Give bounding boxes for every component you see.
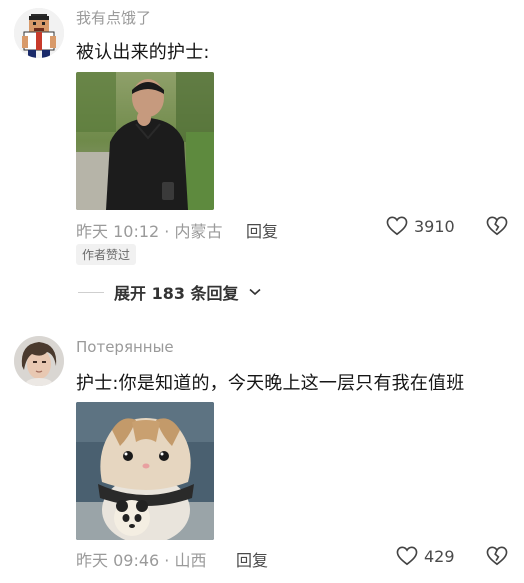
reply-button[interactable]: 回复 xyxy=(236,547,268,571)
heart-outline-icon xyxy=(396,546,418,566)
divider-line xyxy=(78,291,104,293)
expand-replies-label: 展开 183 条回复 xyxy=(114,284,239,303)
like-button[interactable]: 3910 xyxy=(386,216,455,236)
pixel-avatar-icon xyxy=(14,8,64,58)
username[interactable]: Потерянные xyxy=(76,338,174,356)
author-liked-badge: 作者赞过 xyxy=(76,244,137,265)
avatar-user-1[interactable] xyxy=(14,8,64,58)
comment-time-location: 昨天 10:12 · 内蒙古 xyxy=(76,222,223,241)
like-count: 429 xyxy=(424,546,455,566)
like-button[interactable]: 429 xyxy=(396,546,455,566)
man-holding-phone-photo xyxy=(76,72,214,210)
chevron-down-icon xyxy=(249,288,261,296)
comment-time-location: 昨天 09:46 · 山西 xyxy=(76,551,207,570)
dislike-button[interactable] xyxy=(486,546,508,570)
dislike-button[interactable] xyxy=(486,216,508,240)
expand-replies-button[interactable]: 展开 183 条回复 xyxy=(78,280,261,304)
comment-photo[interactable] xyxy=(76,402,214,540)
reply-button[interactable]: 回复 xyxy=(246,218,278,242)
comment-text: 护士:你是知道的，今天晚上这一层只有我在值班 xyxy=(76,373,465,394)
like-count: 3910 xyxy=(414,216,455,236)
avatar-user-2[interactable] xyxy=(14,336,64,386)
broken-heart-icon xyxy=(486,216,508,236)
portrait-avatar-icon xyxy=(14,336,64,386)
broken-heart-icon xyxy=(486,546,508,566)
username[interactable]: 我有点饿了 xyxy=(76,7,151,28)
comment-photo[interactable] xyxy=(76,72,214,210)
comment-text: 被认出来的护士: xyxy=(76,42,210,63)
hamster-plush-photo xyxy=(76,402,214,540)
heart-outline-icon xyxy=(386,216,408,236)
